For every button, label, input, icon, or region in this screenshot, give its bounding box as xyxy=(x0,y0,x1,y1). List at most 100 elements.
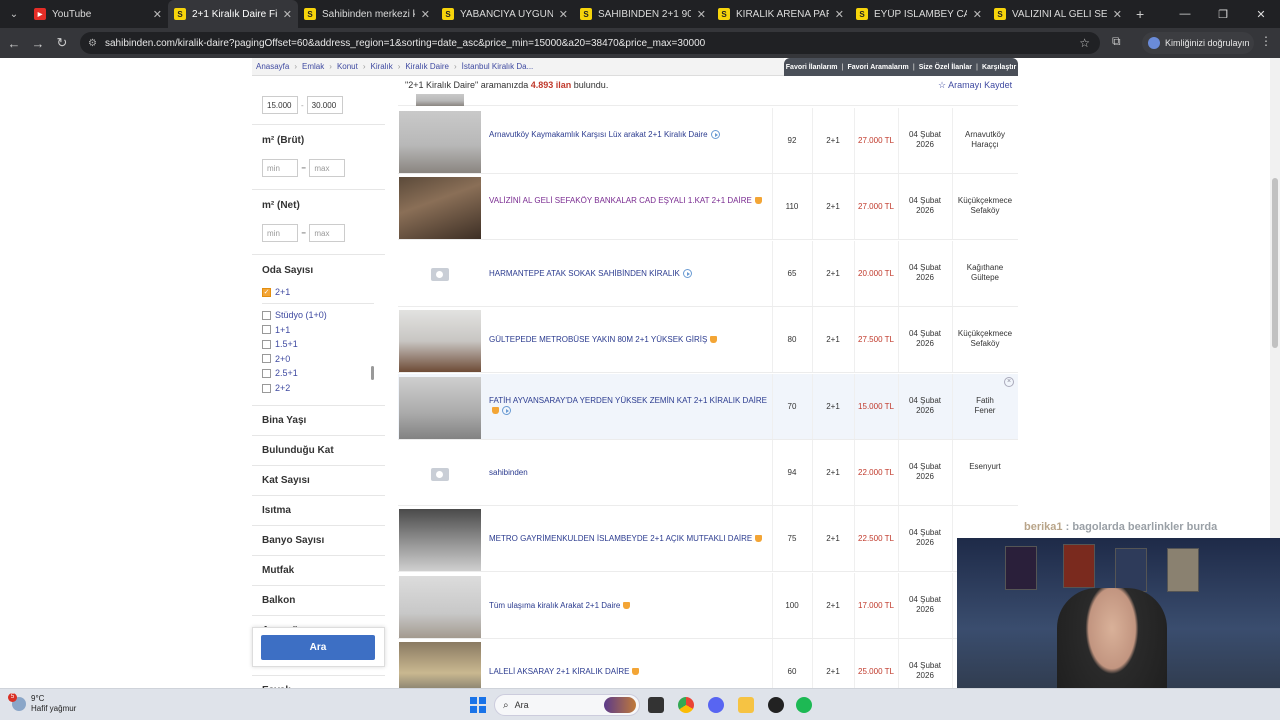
close-tab-icon[interactable]: ✕ xyxy=(421,8,430,21)
listing-title-link[interactable]: Tüm ulaşıma kiralık Arakat 2+1 Daire xyxy=(489,601,769,611)
oda-selected-option[interactable]: ✓ 2+1 xyxy=(262,287,290,297)
close-tab-icon[interactable]: ✕ xyxy=(1113,8,1122,21)
site-info-icon[interactable]: ⚙ xyxy=(88,38,97,49)
listing-title-link[interactable]: Arnavutköy Kaymakamlık Karşısı Lüx araka… xyxy=(489,130,769,140)
listing-row[interactable]: Arnavutköy Kaymakamlık Karşısı Lüx araka… xyxy=(398,108,1018,174)
obs-icon[interactable] xyxy=(768,697,784,713)
price-max-input[interactable]: 30.000 xyxy=(306,96,343,114)
windows-start-icon[interactable] xyxy=(470,697,486,713)
listing-row[interactable]: Tüm ulaşıma kiralık Arakat 2+1 Daire 100 2… xyxy=(398,572,1018,639)
breadcrumb-item[interactable]: Konut xyxy=(337,62,358,71)
close-tab-icon[interactable]: ✕ xyxy=(153,8,162,21)
listing-thumbnail[interactable] xyxy=(399,177,481,240)
listing-title-link[interactable]: HARMANTEPE ATAK SOKAK SAHİBİNDEN KİRALIK xyxy=(489,268,769,279)
filter-section-title[interactable]: Mutfak xyxy=(262,565,294,576)
oda-option[interactable]: Stüdyo (1+0) xyxy=(262,310,327,320)
close-window-icon[interactable]: ✕ xyxy=(1242,8,1280,21)
breadcrumb-item[interactable]: Kiralık xyxy=(371,62,393,71)
listing-title-link[interactable]: GÜLTEPEDE METROBÜSE YAKIN 80M 2+1 YÜKSEK… xyxy=(489,335,769,345)
spotify-icon[interactable] xyxy=(796,697,812,713)
oda-scrollbar[interactable] xyxy=(371,366,374,380)
browser-tab[interactable]: S 2+1 Kiralık Daire Fiyatları ✕ xyxy=(168,0,298,28)
m2-brut-max-input[interactable]: max xyxy=(309,159,346,177)
listing-title-link[interactable]: sahibinden xyxy=(489,468,769,478)
listing-title-link[interactable]: LALELİ AKSARAY 2+1 KİRALIK DAİRE xyxy=(489,667,769,677)
minimize-icon[interactable]: — xyxy=(1166,8,1204,20)
reload-icon[interactable]: ↻ xyxy=(50,35,74,51)
weather-widget[interactable]: 5 9°C Hafif yağmur xyxy=(8,693,76,714)
task-view-icon[interactable] xyxy=(648,697,664,713)
listing-thumbnail[interactable] xyxy=(399,376,481,439)
m2-net-min-input[interactable]: min xyxy=(262,224,298,242)
address-bar[interactable]: ⚙ sahibinden.com/kiralik-daire?pagingOff… xyxy=(80,32,1100,54)
filter-section-title[interactable]: Bina Yaşı xyxy=(262,415,306,426)
search-button[interactable]: Ara xyxy=(261,635,375,660)
filter-section-title[interactable]: Isıtma xyxy=(262,505,291,516)
filter-section-title[interactable]: Kat Sayısı xyxy=(262,475,310,486)
listing-thumbnail[interactable] xyxy=(399,575,481,638)
listing-row[interactable]: METRO GAYRİMENKULDEN İSLAMBEYDE 2+1 AÇIK… xyxy=(398,506,1018,573)
checkbox-icon[interactable] xyxy=(262,354,271,364)
checkbox-icon[interactable] xyxy=(262,310,271,320)
close-tab-icon[interactable]: ✕ xyxy=(697,8,706,21)
filter-section-title[interactable]: Balkon xyxy=(262,595,295,606)
file-explorer-icon[interactable] xyxy=(738,697,754,713)
price-min-input[interactable]: 15.000 xyxy=(262,96,298,114)
browser-tab[interactable]: S Sahibinden merkezi konu ✕ xyxy=(298,0,436,28)
oda-option[interactable]: 2+0 xyxy=(262,354,290,364)
profile-button[interactable]: Kimliğinizi doğrulayın xyxy=(1142,32,1254,54)
listing-title-link[interactable]: VALİZİNİ AL GELİ SEFAKÖY BANKALAR CAD EŞ… xyxy=(489,196,769,206)
checkbox-icon[interactable] xyxy=(262,339,271,349)
no-photo-placeholder[interactable] xyxy=(399,244,481,306)
forward-icon[interactable]: → xyxy=(26,36,50,51)
listing-row[interactable]: FATİH AYVANSARAY'DA YERDEN YÜKSEK ZEMİN … xyxy=(398,373,1018,440)
m2-net-title[interactable]: m² (Net) xyxy=(262,200,300,211)
listing-row[interactable]: LALELİ AKSARAY 2+1 KİRALIK DAİRE 60 2+1 25.… xyxy=(398,639,1018,688)
close-tab-icon[interactable]: ✕ xyxy=(835,8,844,21)
oda-title[interactable]: Oda Sayısı xyxy=(262,265,313,276)
browser-tab[interactable]: S SAHİBİNDEN 2+1 90m2 - ✕ xyxy=(574,0,712,28)
listing-thumbnail[interactable] xyxy=(399,642,481,688)
restore-icon[interactable]: ❐ xyxy=(1204,8,1242,21)
browser-menu-icon[interactable]: ⋮ xyxy=(1260,34,1272,48)
breadcrumb-item[interactable]: Anasayfa xyxy=(256,62,289,71)
m2-net-max-input[interactable]: max xyxy=(309,224,346,242)
checkbox-icon[interactable] xyxy=(262,383,271,393)
remove-icon[interactable]: × xyxy=(1004,376,1014,387)
close-tab-icon[interactable]: ✕ xyxy=(973,8,982,21)
oda-option[interactable]: 1+1 xyxy=(262,325,290,335)
m2-brut-min-input[interactable]: min xyxy=(262,159,298,177)
breadcrumb-item[interactable]: Emlak xyxy=(302,62,324,71)
discord-icon[interactable] xyxy=(708,697,724,713)
no-photo-placeholder[interactable] xyxy=(399,443,481,505)
scrollbar-thumb[interactable] xyxy=(1272,178,1278,348)
new-tab-icon[interactable]: + xyxy=(1136,6,1144,22)
checkbox-icon[interactable] xyxy=(262,368,271,378)
listing-row[interactable]: VALİZİNİ AL GELİ SEFAKÖY BANKALAR CAD EŞ… xyxy=(398,174,1018,241)
bookmark-star-icon[interactable]: ☆ xyxy=(1079,36,1090,50)
taskbar-search[interactable]: ⌕ Ara xyxy=(494,694,640,716)
close-tab-icon[interactable]: ✕ xyxy=(559,8,568,21)
oda-option[interactable]: 2+2 xyxy=(262,383,290,393)
oda-option[interactable]: 2.5+1 xyxy=(262,368,298,378)
close-tab-icon[interactable]: ✕ xyxy=(283,8,292,21)
filter-section-title[interactable]: Bulunduğu Kat xyxy=(262,445,334,456)
browser-tab[interactable]: S YABANCIYA UYGUN SAHİ ✕ xyxy=(436,0,574,28)
listing-thumbnail[interactable] xyxy=(399,509,481,572)
checkbox-checked-icon[interactable]: ✓ xyxy=(262,287,271,297)
listing-title-link[interactable]: METRO GAYRİMENKULDEN İSLAMBEYDE 2+1 AÇIK… xyxy=(489,534,769,544)
listing-row[interactable]: sahibinden 94 2+1 22.000 TL 04 Şubat 2026 Esen… xyxy=(398,440,1018,506)
extensions-icon[interactable]: ⧉ xyxy=(1112,34,1121,49)
listing-thumbnail[interactable] xyxy=(416,94,464,106)
tab-search-icon[interactable]: ⌄ xyxy=(0,0,28,28)
listing-row[interactable]: GÜLTEPEDE METROBÜSE YAKIN 80M 2+1 YÜKSEK… xyxy=(398,307,1018,374)
filter-section-title[interactable]: Banyo Sayısı xyxy=(262,535,324,546)
back-icon[interactable]: ← xyxy=(2,36,26,51)
browser-tab[interactable]: S KİRALIK ARENA PARK YA ✕ xyxy=(712,0,850,28)
browser-tab[interactable]: ▶ YouTube ✕ xyxy=(28,0,168,28)
listing-thumbnail[interactable] xyxy=(399,310,481,373)
m2-brut-title[interactable]: m² (Brüt) xyxy=(262,135,304,146)
listing-thumbnail[interactable] xyxy=(399,111,481,173)
listing-row[interactable]: HARMANTEPE ATAK SOKAK SAHİBİNDEN KİRALIK… xyxy=(398,240,1018,307)
oda-option[interactable]: 1.5+1 xyxy=(262,339,298,349)
